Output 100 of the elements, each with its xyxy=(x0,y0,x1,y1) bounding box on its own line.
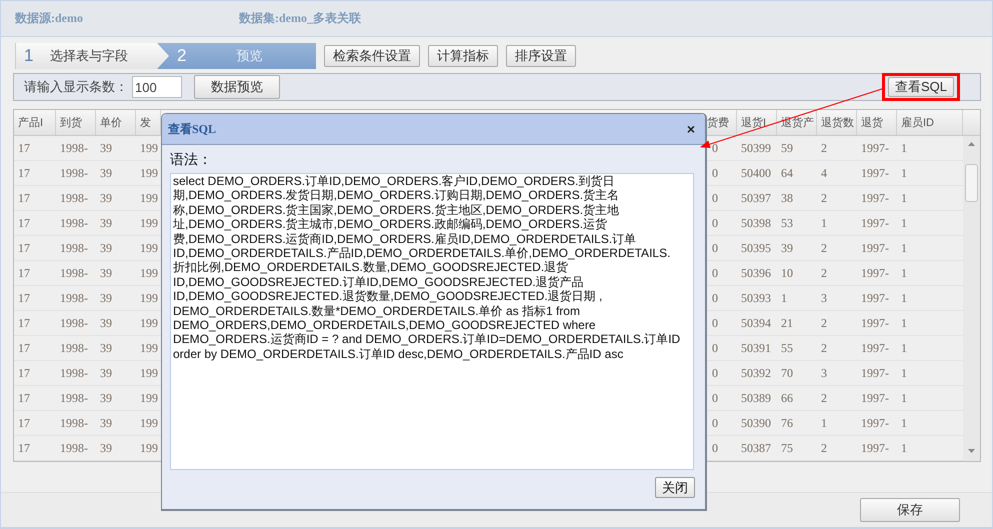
table-cell-text: 1998- xyxy=(59,440,89,456)
table-cell-text: 1998- xyxy=(59,140,89,156)
table-cell-text: 39 xyxy=(99,214,113,232)
table-cell-text: 70 xyxy=(780,364,794,382)
table-cell-text: 1 xyxy=(900,290,908,306)
table-cell-text: 1 xyxy=(900,390,908,406)
table-cell-text: 0 xyxy=(711,364,719,382)
count-label: 请输入显示条数： xyxy=(24,78,128,96)
table-cell-text: 199 xyxy=(139,140,159,156)
table-cell-text: 66 xyxy=(780,390,794,406)
sql-text-area[interactable]: select DEMO_ORDERS.订单ID,DEMO_ORDERS.客户ID,DEMO_ORDERS.到货日期,DEMO_ORDERS.发货日期,DEMO_ORDERS.订购日期,DEMO_ORDERS.货主名称,DEMO_ORDERS.货主国家,DEMO_ORDERS.货主地区,DEMO_ORDERS.货主地址,DEMO_ORDERS.货主城市,DEMO_ORDERS.政邮编码,DEMO_ORDERS.运货费,DEMO_ORDERS.运货商ID,DEMO_ORDERS.雇员ID,DEMO_ORDERDETAILS.订单ID,DEMO_ORDERDETAILS.产品ID,DEMO_ORDERDETAILS.单价,DEMO_ORDERDETAILS.折扣比例,DEMO_ORDERDETAILS.数量,DEMO_GOODSREJECTED.退货ID,DEMO_GOODSREJECTED.订单ID,DEMO_GOODSREJECTED.退货产品ID,DEMO_GOODSREJECTED.退货数量,DEMO_GOODSREJECTED.退货日期 , DEMO_ORDERDETAILS.数量*DEMO_ORDERDETAILS.单价 as 指标1 from DEMO_ORDERS,DEMO_ORDERDETAILS,DEMO_GOODSREJECTED where DEMO_ORDERS.运货商ID = ? and DEMO_ORDERS.订单ID=DEMO_ORDERDETAILS.订单ID order by DEMO_ORDERDETAILS.订单ID desc,DEMO_ORDERDETAILS.产品ID asc xyxy=(170,173,694,470)
table-cell-text: 53 xyxy=(780,214,794,232)
table-cell-text: 1998- xyxy=(59,264,89,282)
table-cell-text: 50397 xyxy=(740,190,772,206)
table-cell-text: 0 xyxy=(711,414,719,432)
settings-button[interactable]: 排序设置 xyxy=(506,45,576,67)
table-cell-text: 39 xyxy=(99,240,113,256)
table-cell-text: 39 xyxy=(99,414,113,432)
column-header[interactable]: 雇员ID xyxy=(897,110,963,135)
table-cell-text: 1997- xyxy=(860,140,890,156)
dataset-label: 数据集:demo_多表关联 xyxy=(239,10,362,27)
table-cell-text: 199 xyxy=(139,240,159,256)
table-cell-text: 39 xyxy=(99,190,113,206)
close-dialog-button[interactable]: 关闭 xyxy=(655,477,695,498)
preview-button[interactable]: 数据预览 xyxy=(194,75,280,99)
table-cell-text: 199 xyxy=(139,414,159,432)
table-cell-text: 0 xyxy=(711,314,719,332)
table-cell-text: 1997- xyxy=(860,164,890,182)
column-header[interactable]: 退货 xyxy=(857,110,897,135)
table-cell-text: 1997- xyxy=(860,414,890,432)
table-cell-text: 1 xyxy=(900,240,908,256)
table-cell-text: 39 xyxy=(99,364,113,382)
table-cell-text: 1998- xyxy=(59,340,89,356)
column-header[interactable]: 单价 xyxy=(96,110,136,135)
count-input[interactable]: 100 xyxy=(132,76,182,98)
table-cell-text: 10 xyxy=(780,264,794,282)
table-cell-text: 1 xyxy=(900,190,908,206)
close-button[interactable]: × xyxy=(686,121,695,137)
table-cell-text: 1997- xyxy=(860,240,890,256)
column-header[interactable]: 退货数 xyxy=(817,110,857,135)
scroll-down-icon[interactable] xyxy=(968,449,975,453)
table-cell-text: 55 xyxy=(780,340,794,356)
table-cell-text: 17 xyxy=(17,214,31,232)
table-cell-text: 1 xyxy=(900,164,908,182)
table-cell-text: 50387 xyxy=(740,440,772,456)
table-cell-text: 38 xyxy=(780,190,794,206)
table-cell-text: 39 xyxy=(99,290,113,306)
table-cell-text: 1997- xyxy=(860,390,890,406)
column-header[interactable]: 退货I xyxy=(737,110,777,135)
table-cell-text: 0 xyxy=(711,164,719,182)
table-cell-text: 50398 xyxy=(740,214,772,232)
table-cell-text: 0 xyxy=(711,240,719,256)
table-cell-text: 1997- xyxy=(860,214,890,232)
table-cell-text: 39 xyxy=(99,140,113,156)
table-cell-text: 3 xyxy=(820,290,828,306)
table-cell-text: 50396 xyxy=(740,264,772,282)
table-cell-text: 2 xyxy=(820,264,828,282)
table-cell-text: 1997- xyxy=(860,264,890,282)
column-header[interactable]: 产品I xyxy=(14,110,56,135)
settings-button[interactable]: 检索条件设置 xyxy=(324,45,420,67)
table-cell-text: 50389 xyxy=(740,390,772,406)
table-cell-text: 2 xyxy=(820,190,828,206)
table-cell-text: 1997- xyxy=(860,290,890,306)
table-cell-text: 0 xyxy=(711,190,719,206)
table-cell-text: 1 xyxy=(900,364,908,382)
table-cell-text: 39 xyxy=(99,264,113,282)
scrollbar[interactable] xyxy=(963,136,980,461)
table-cell-text: 1998- xyxy=(59,164,89,182)
table-cell-text: 17 xyxy=(17,340,31,356)
table-cell-text: 76 xyxy=(780,414,794,432)
table-cell-text: 2 xyxy=(820,140,828,156)
table-cell-text: 50400 xyxy=(740,164,772,182)
table-cell-text: 1 xyxy=(900,140,908,156)
column-header[interactable]: 到货 xyxy=(56,110,96,135)
table-cell-text: 17 xyxy=(17,414,31,432)
table-cell-text: 0 xyxy=(711,290,719,306)
table-cell-text: 1 xyxy=(900,214,908,232)
save-button[interactable]: 保存 xyxy=(860,498,960,522)
scroll-up-icon[interactable] xyxy=(968,142,975,146)
step-number: 2 xyxy=(177,46,188,66)
table-cell-text: 1 xyxy=(900,264,908,282)
table-cell-text: 1997- xyxy=(860,314,890,332)
view-sql-button[interactable]: 查看SQL xyxy=(888,77,954,97)
table-cell-text: 50399 xyxy=(740,140,772,156)
table-cell-text: 199 xyxy=(139,264,159,282)
table-cell-text: 1 xyxy=(900,414,908,432)
settings-button[interactable]: 计算指标 xyxy=(428,45,498,67)
table-cell-text: 1997- xyxy=(860,340,890,356)
table-cell-text: 17 xyxy=(17,190,31,206)
table-cell-text: 2 xyxy=(820,340,828,356)
table-cell-text: 1998- xyxy=(59,364,89,382)
table-cell-text: 1 xyxy=(780,290,788,306)
table-cell-text: 39 xyxy=(780,240,794,256)
table-cell-text: 0 xyxy=(711,214,719,232)
table-cell-text: 1998- xyxy=(59,314,89,332)
table-cell-text: 1 xyxy=(820,214,828,232)
table-cell-text: 199 xyxy=(139,190,159,206)
table-cell-text: 39 xyxy=(99,314,113,332)
scroll-thumb[interactable] xyxy=(965,164,978,202)
table-cell-text: 1998- xyxy=(59,214,89,232)
